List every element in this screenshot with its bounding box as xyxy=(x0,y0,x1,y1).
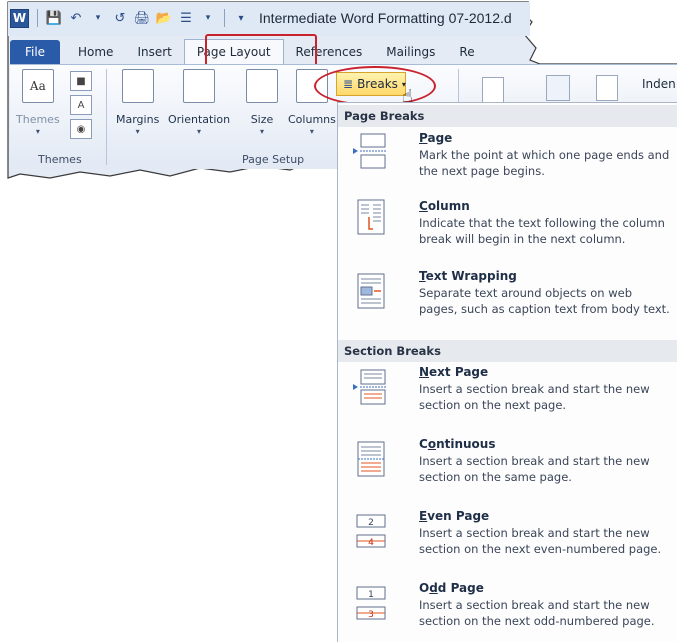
page-setup-group-label: Page Setup xyxy=(242,153,305,166)
menu-item-column-break[interactable]: Column Indicate that the text following … xyxy=(338,197,677,253)
margins-label: Margins xyxy=(116,113,160,126)
chevron-down-icon: ▾ xyxy=(135,127,140,136)
even-page-break-description: Insert a section break and start the new… xyxy=(419,526,662,556)
tab-insert[interactable]: Insert xyxy=(125,40,183,64)
even-page-break-title: Even Page xyxy=(419,509,490,523)
continuous-break-description: Insert a section break and start the new… xyxy=(419,454,650,484)
qat-separator xyxy=(37,9,38,27)
next-page-break-title: Next Page xyxy=(419,365,489,379)
print-preview-icon[interactable]: 🖨 xyxy=(134,10,151,26)
chevron-down-icon: ▾ xyxy=(197,127,202,136)
menu-item-continuous-break[interactable]: Continuous Insert a section break and st… xyxy=(338,435,677,495)
group-divider xyxy=(458,69,459,103)
themes-button-label: Themes xyxy=(16,113,60,126)
margins-icon xyxy=(121,69,154,103)
breaks-highlight-ellipse xyxy=(314,66,436,106)
redo-icon[interactable]: ↺ xyxy=(112,10,128,26)
tab-home[interactable]: Home xyxy=(66,40,125,64)
text-wrapping-break-icon xyxy=(357,273,385,309)
odd-page-break-title: Odd Page xyxy=(419,581,484,595)
section-breaks-header: Section Breaks xyxy=(338,340,677,362)
orientation-button[interactable]: Orientation ▾ xyxy=(168,69,230,136)
orientation-icon xyxy=(183,69,216,103)
save-icon[interactable]: 💾 xyxy=(46,10,62,26)
ribbon-right-fragment: Inden xyxy=(458,64,677,105)
margins-button[interactable]: Margins ▾ xyxy=(116,69,159,136)
odd-page-thumb-number: 1 xyxy=(368,590,374,600)
theme-effects-icon[interactable]: ◉ xyxy=(70,119,92,139)
undo-icon[interactable]: ↶ xyxy=(68,10,84,26)
breaks-dropdown-menu: Page Breaks Page Mark the point at which… xyxy=(337,102,677,642)
tab-file[interactable]: File xyxy=(10,40,60,64)
menu-item-odd-page-break[interactable]: 1 3 Odd Page Insert a section break and … xyxy=(338,579,677,639)
text-wrapping-break-description: Separate text around objects on web page… xyxy=(419,286,670,316)
themes-button[interactable]: Aa Themes ▾ xyxy=(16,69,60,136)
even-page-break-icon: 2 4 xyxy=(356,514,386,548)
tab-mailings[interactable]: Mailings xyxy=(374,40,447,64)
themes-icon: Aa xyxy=(21,69,54,103)
group-divider xyxy=(106,69,107,165)
menu-item-page-break[interactable]: Page Mark the point at which one page en… xyxy=(338,129,677,185)
word-logo-icon[interactable]: W xyxy=(10,8,29,28)
size-button[interactable]: Size ▾ xyxy=(246,69,278,136)
page-break-title: Page xyxy=(419,131,453,145)
menu-item-even-page-break[interactable]: 2 4 Even Page Insert a section break and… xyxy=(338,507,677,567)
page-layout-highlight-box xyxy=(205,34,317,68)
open-folder-icon[interactable]: 📂 xyxy=(156,10,172,26)
menu-item-next-page-break[interactable]: Next Page Insert a section break and sta… xyxy=(338,363,677,423)
theme-fonts-icon[interactable]: A xyxy=(70,95,92,115)
column-break-icon xyxy=(357,199,385,235)
theme-colors-icon[interactable]: ■ xyxy=(70,71,92,91)
customize-qat-icon[interactable]: ▾ xyxy=(233,10,249,26)
odd-page-break-description: Insert a section break and start the new… xyxy=(419,598,655,628)
odd-page-break-icon: 1 3 xyxy=(356,586,386,620)
continuous-break-icon xyxy=(357,441,385,477)
indent-label: Inden xyxy=(642,77,676,91)
text-wrapping-break-title: Text Wrapping xyxy=(419,269,517,283)
page-borders-icon[interactable] xyxy=(596,75,618,101)
next-page-break-description: Insert a section break and start the new… xyxy=(419,382,650,412)
columns-label: Columns xyxy=(288,113,336,126)
page-color-icon[interactable] xyxy=(546,75,570,101)
numbering-icon[interactable]: ☰ xyxy=(178,10,194,26)
column-break-description: Indicate that the text following the col… xyxy=(419,216,665,246)
tab-review-partial[interactable]: Re xyxy=(447,40,486,64)
document-title: Intermediate Word Formatting 07-2012.d xyxy=(259,10,512,26)
even-page-thumb-number: 2 xyxy=(368,518,374,528)
chevron-down-icon: ▾ xyxy=(259,127,264,136)
size-label: Size xyxy=(250,113,274,126)
undo-dropdown-icon[interactable]: ▾ xyxy=(90,10,106,26)
even-page-thumb-number: 4 xyxy=(368,538,374,548)
page-breaks-header: Page Breaks xyxy=(338,105,677,127)
column-break-title: Column xyxy=(419,199,470,213)
menu-item-text-wrapping-break[interactable]: Text Wrapping Separate text around objec… xyxy=(338,267,677,323)
page-break-description: Mark the point at which one page ends an… xyxy=(419,148,670,178)
size-icon xyxy=(246,69,278,103)
continuous-break-title: Continuous xyxy=(419,437,496,451)
chevron-down-icon: ▾ xyxy=(35,127,40,136)
orientation-label: Orientation xyxy=(168,113,231,126)
page-break-icon xyxy=(353,133,386,169)
next-page-break-icon xyxy=(353,369,386,405)
qat-separator xyxy=(224,9,225,27)
chevron-down-icon: ▾ xyxy=(309,127,314,136)
numbering-dropdown-icon[interactable]: ▾ xyxy=(200,10,216,26)
themes-group-label: Themes xyxy=(38,153,82,166)
odd-page-thumb-number: 3 xyxy=(368,610,374,620)
watermark-icon[interactable] xyxy=(482,77,504,103)
quick-access-toolbar: W 💾 ↶ ▾ ↺ 🖨 📂 ☰ ▾ ▾ Intermediate Word Fo… xyxy=(10,6,530,30)
